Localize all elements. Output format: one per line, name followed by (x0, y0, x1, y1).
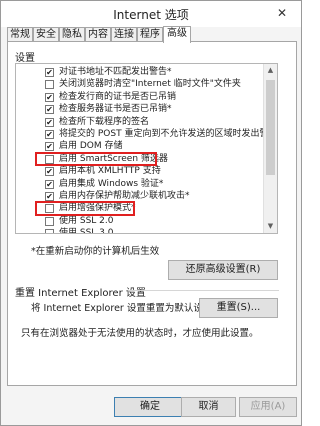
setting-row[interactable]: ✔ 检查服务器证书是否已吊销* (16, 103, 264, 115)
setting-label: 检查所下载程序的签名 (59, 116, 150, 127)
reset-button[interactable]: 重置(S)... (199, 298, 278, 318)
setting-checkbox[interactable]: ✔ (45, 191, 54, 201)
setting-row[interactable]: ✔ 对证书地址不匹配发出警告* (16, 66, 264, 78)
setting-row[interactable]: ✔ 检查发行商的证书是否已吊销 (16, 91, 264, 103)
setting-label: 启用增强保护模式* (59, 203, 136, 214)
setting-label: 使用 SSL 2.0 (59, 215, 114, 226)
setting-checkbox[interactable]: ✔ (45, 92, 54, 102)
setting-row[interactable]: 使用 SSL 3.0 (16, 227, 264, 234)
scroll-up-icon[interactable]: ▲ (264, 64, 277, 77)
setting-checkbox[interactable] (45, 154, 54, 164)
setting-row[interactable]: ✔ 检查所下载程序的签名 (16, 116, 264, 128)
setting-checkbox[interactable]: ✔ (45, 117, 54, 127)
cancel-button[interactable]: 取消 (181, 397, 236, 417)
setting-label: 将提交的 POST 重定向到不允许发送的区域时发出警告 (59, 128, 264, 139)
tab-privacy[interactable]: 隐私 (59, 27, 85, 42)
setting-row[interactable]: ✔ 启用 DOM 存储 (16, 140, 264, 152)
internet-options-dialog: Internet 选项 ✕ 常规 安全 隐私 内容 连接 程序 高级 设置 ✔ 对… (0, 0, 302, 426)
setting-row[interactable]: 启用 SmartScreen 筛选器 (16, 153, 264, 165)
scroll-thumb[interactable] (266, 80, 275, 175)
tab-general[interactable]: 常规 (7, 27, 33, 42)
restore-advanced-settings-button[interactable]: 还原高级设置(R) (168, 260, 278, 280)
restart-note: *在重新启动你的计算机后生效 (31, 246, 160, 257)
setting-label: 关闭浏览器时清空"Internet 临时文件"文件夹 (59, 79, 241, 90)
setting-label: 对证书地址不匹配发出警告* (59, 67, 172, 77)
reset-section-label: 重置 Internet Explorer 设置 (15, 288, 146, 299)
reset-section-divider (129, 290, 279, 291)
scroll-down-icon[interactable]: ▼ (264, 220, 277, 233)
tab-programs[interactable]: 程序 (137, 27, 163, 42)
setting-checkbox[interactable] (45, 80, 54, 90)
setting-checkbox[interactable]: ✔ (45, 179, 54, 189)
setting-row[interactable]: 启用增强保护模式* (16, 202, 264, 214)
tab-content[interactable]: 内容 (85, 27, 111, 42)
title-bar: Internet 选项 ✕ (1, 1, 301, 27)
setting-label: 启用 DOM 存储 (59, 141, 123, 152)
setting-label: 启用内存保护帮助减少联机攻击* (59, 190, 190, 201)
close-icon[interactable]: ✕ (269, 4, 295, 22)
setting-checkbox[interactable]: ✔ (45, 68, 54, 77)
reset-description: 将 Internet Explorer 设置重置为默认设置。 (31, 303, 222, 314)
window-title: Internet 选项 (113, 8, 189, 22)
setting-label: 启用 SmartScreen 筛选器 (59, 153, 168, 164)
setting-checkbox[interactable] (45, 204, 54, 214)
setting-row[interactable]: ✔ 启用内存保护帮助减少联机攻击* (16, 190, 264, 202)
setting-checkbox[interactable]: ✔ (45, 129, 54, 139)
setting-row[interactable]: ✔ 将提交的 POST 重定向到不允许发送的区域时发出警告 (16, 128, 264, 140)
setting-label: 启用集成 Windows 验证* (59, 178, 164, 189)
settings-list: ✔ 对证书地址不匹配发出警告* 关闭浏览器时清空"Internet 临时文件"文件夹… (16, 66, 264, 234)
tab-advanced[interactable]: 高级 (163, 26, 191, 43)
settings-list-box: ✔ 对证书地址不匹配发出警告* 关闭浏览器时清空"Internet 临时文件"文件夹… (15, 63, 278, 234)
ok-button[interactable]: 确定 (114, 397, 186, 417)
setting-label: 检查发行商的证书是否已吊销 (59, 91, 177, 102)
apply-button[interactable]: 应用(A) (239, 397, 297, 417)
setting-row[interactable]: ✔ 启用本机 XMLHTTP 支持 (16, 165, 264, 177)
tab-connections[interactable]: 连接 (111, 27, 137, 42)
setting-checkbox[interactable]: ✔ (45, 142, 54, 152)
setting-label: 使用 SSL 3.0 (59, 228, 114, 234)
setting-row[interactable]: 使用 SSL 2.0 (16, 215, 264, 227)
setting-label: 检查服务器证书是否已吊销* (59, 104, 172, 115)
reset-warning: 只有在浏览器处于无法使用的状态时，才应使用此设置。 (21, 328, 259, 339)
setting-checkbox[interactable] (45, 229, 54, 233)
setting-row[interactable]: 关闭浏览器时清空"Internet 临时文件"文件夹 (16, 78, 264, 90)
setting-checkbox[interactable]: ✔ (45, 105, 54, 115)
settings-scrollbar[interactable]: ▲ ▼ (263, 64, 277, 233)
setting-checkbox[interactable]: ✔ (45, 167, 54, 177)
setting-row[interactable]: ✔ 启用集成 Windows 验证* (16, 178, 264, 190)
setting-checkbox[interactable] (45, 216, 54, 226)
settings-section-label: 设置 (15, 53, 35, 64)
tab-security[interactable]: 安全 (33, 27, 59, 42)
setting-label: 启用本机 XMLHTTP 支持 (59, 166, 161, 177)
